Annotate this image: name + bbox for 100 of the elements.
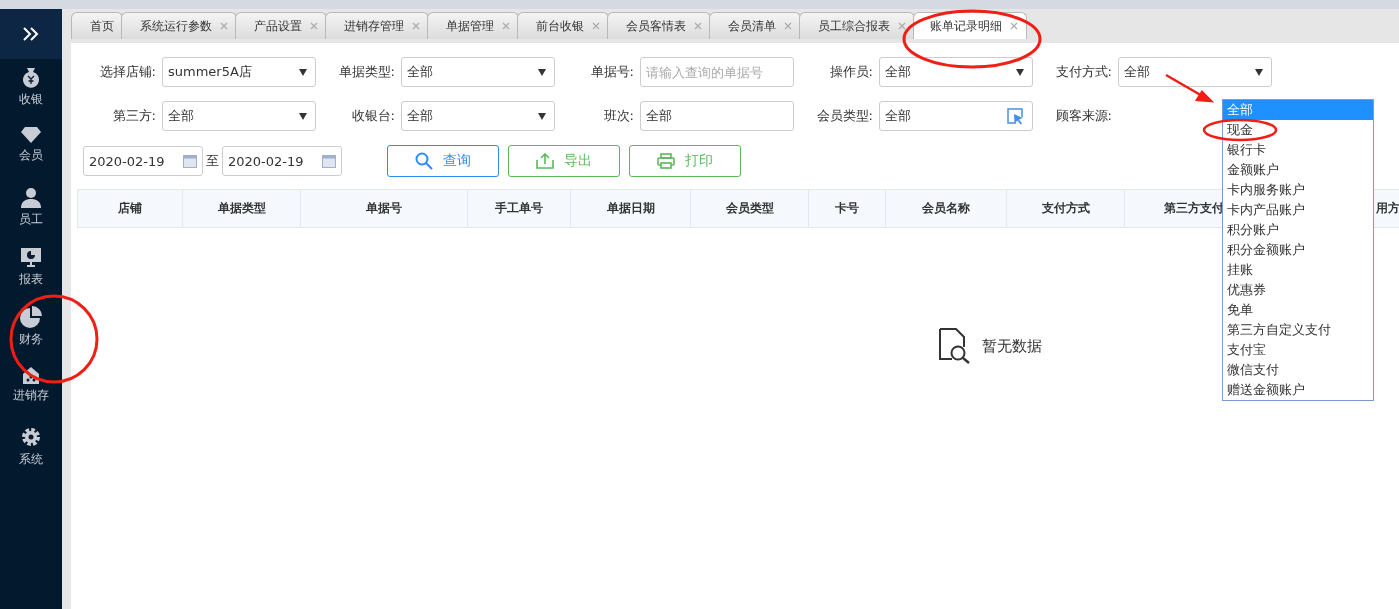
annotation-arrow [1164,73,1213,103]
tab-label: 前台收银 [536,17,584,35]
double-chevron-icon [22,27,40,41]
dropdown-option[interactable]: 银行卡 [1223,140,1373,160]
filter-label: 单据类型: [337,63,395,81]
close-icon[interactable] [310,22,318,30]
sidebar-item[interactable]: 员工 [19,211,43,228]
close-icon[interactable] [220,22,228,30]
column-header: 单据日期 [606,200,655,217]
column-header: 支付方式 [1041,200,1090,217]
filter-label: 收银台: [350,107,395,125]
column-header: 会员类型 [725,200,774,217]
select-field[interactable]: 全部 [401,101,555,131]
tab[interactable]: 会员客情表 [607,12,711,39]
select-field[interactable]: summer5A店 [162,57,316,87]
tab-label: 进销存管理 [344,17,404,35]
tab-label: 首页 [90,17,114,35]
sidebar-item[interactable]: 会员 [19,147,43,164]
money-bag-icon [20,66,42,88]
dropdown-arrow-icon [299,112,307,120]
input-field[interactable]: 请输入查询的单据号 [640,57,794,87]
close-icon[interactable] [784,22,792,30]
column-header: 用方 [1376,200,1399,217]
tab[interactable]: 首页 [71,12,123,39]
dropdown-arrow-icon [538,68,546,76]
dropdown-arrow-icon [1255,68,1263,76]
close-icon[interactable] [1010,22,1018,30]
sidebar-item[interactable]: 系统 [19,451,43,468]
tab[interactable]: 前台收银 [517,12,609,39]
settings-icon [20,426,42,448]
select-field[interactable]: 全部 [879,101,1033,131]
close-icon[interactable] [592,22,600,30]
select-field[interactable]: 全部 [162,101,316,131]
dropdown-option[interactable]: 微信支付 [1223,360,1373,380]
dropdown-option[interactable]: 支付宝 [1223,340,1373,360]
sidebar-item[interactable]: 报表 [19,271,43,288]
dropdown-option[interactable]: 积分账户 [1223,220,1373,240]
monitor-chart-icon [20,246,42,268]
search-icon [415,152,433,170]
close-icon[interactable] [502,22,510,30]
diamond-icon [20,126,42,144]
close-icon[interactable] [898,22,906,30]
dropdown-arrow-icon [538,112,546,120]
select-field[interactable]: 全部 [879,57,1033,87]
calendar-icon [322,154,336,168]
column-header: 单据号 [366,200,402,217]
dropdown-option[interactable]: 卡内服务账户 [1223,180,1373,200]
tab[interactable]: 账单记录明细 [913,12,1027,39]
dropdown-option[interactable]: 金额账户 [1223,160,1373,180]
tab-label: 账单记录明细 [930,17,1002,35]
column-header: 会员名称 [922,200,970,217]
dropdown-option[interactable]: 现金 [1223,120,1373,140]
tab-label: 会员客情表 [626,17,686,35]
dropdown-option[interactable]: 赠送金额账户 [1223,380,1373,400]
column-header: 卡号 [835,200,859,217]
expand-toggle[interactable] [0,9,62,59]
date-field[interactable]: 2020-02-19 [83,146,203,176]
sidebar-item[interactable]: 进销存 [13,387,49,404]
dropdown-option[interactable]: 第三方自定义支付 [1223,320,1373,340]
empty-state-text: 暂无数据 [982,336,1042,356]
person-icon [20,186,42,208]
tab[interactable]: 进销存管理 [325,12,429,39]
pie-chart-icon [20,306,42,328]
upload-tray-icon [536,153,554,169]
dropdown-arrow-icon [299,68,307,76]
tab[interactable]: 员工综合报表 [799,12,915,39]
select-field[interactable]: 全部 [1118,57,1272,87]
close-icon[interactable] [412,22,420,30]
filter-label: 操作员: [828,63,873,81]
printer-icon [657,153,675,169]
date-separator: 至 [206,152,219,170]
date-field[interactable]: 2020-02-19 [222,146,342,176]
house-icon [21,366,41,384]
select-field[interactable]: 全部 [401,57,555,87]
column-header: 单据类型 [217,200,266,217]
dropdown-arrow-icon [1016,68,1024,76]
tab-label: 产品设置 [254,17,302,35]
dropdown-option[interactable]: 卡内产品账户 [1223,200,1373,220]
filter-label: 单据号: [589,63,634,81]
filter-label: 第三方: [111,107,156,125]
tab[interactable]: 产品设置 [235,12,327,39]
tab[interactable]: 系统运行参数 [121,12,237,39]
tab[interactable]: 会员清单 [709,12,801,39]
select-field[interactable]: 全部 [640,101,794,131]
column-header: 第三方支付 [1163,200,1224,217]
tab-label: 会员清单 [728,17,776,35]
filter-label: 顾客来源: [1054,107,1112,125]
dropdown-option[interactable]: 优惠券 [1223,280,1373,300]
dropdown-option[interactable]: 积分金额账户 [1223,240,1373,260]
tab[interactable]: 单据管理 [427,12,519,39]
document-search-icon [938,328,972,364]
calendar-icon [183,154,197,168]
column-header: 店铺 [118,200,142,217]
close-icon[interactable] [694,22,702,30]
dropdown-option[interactable]: 挂账 [1223,260,1373,280]
sidebar-item[interactable]: 收银 [19,91,43,108]
tab-label: 员工综合报表 [818,17,890,35]
sidebar-item[interactable]: 财务 [19,331,43,348]
search-button[interactable]: 查询 [387,145,499,177]
dropdown-option[interactable]: 免单 [1223,300,1373,320]
